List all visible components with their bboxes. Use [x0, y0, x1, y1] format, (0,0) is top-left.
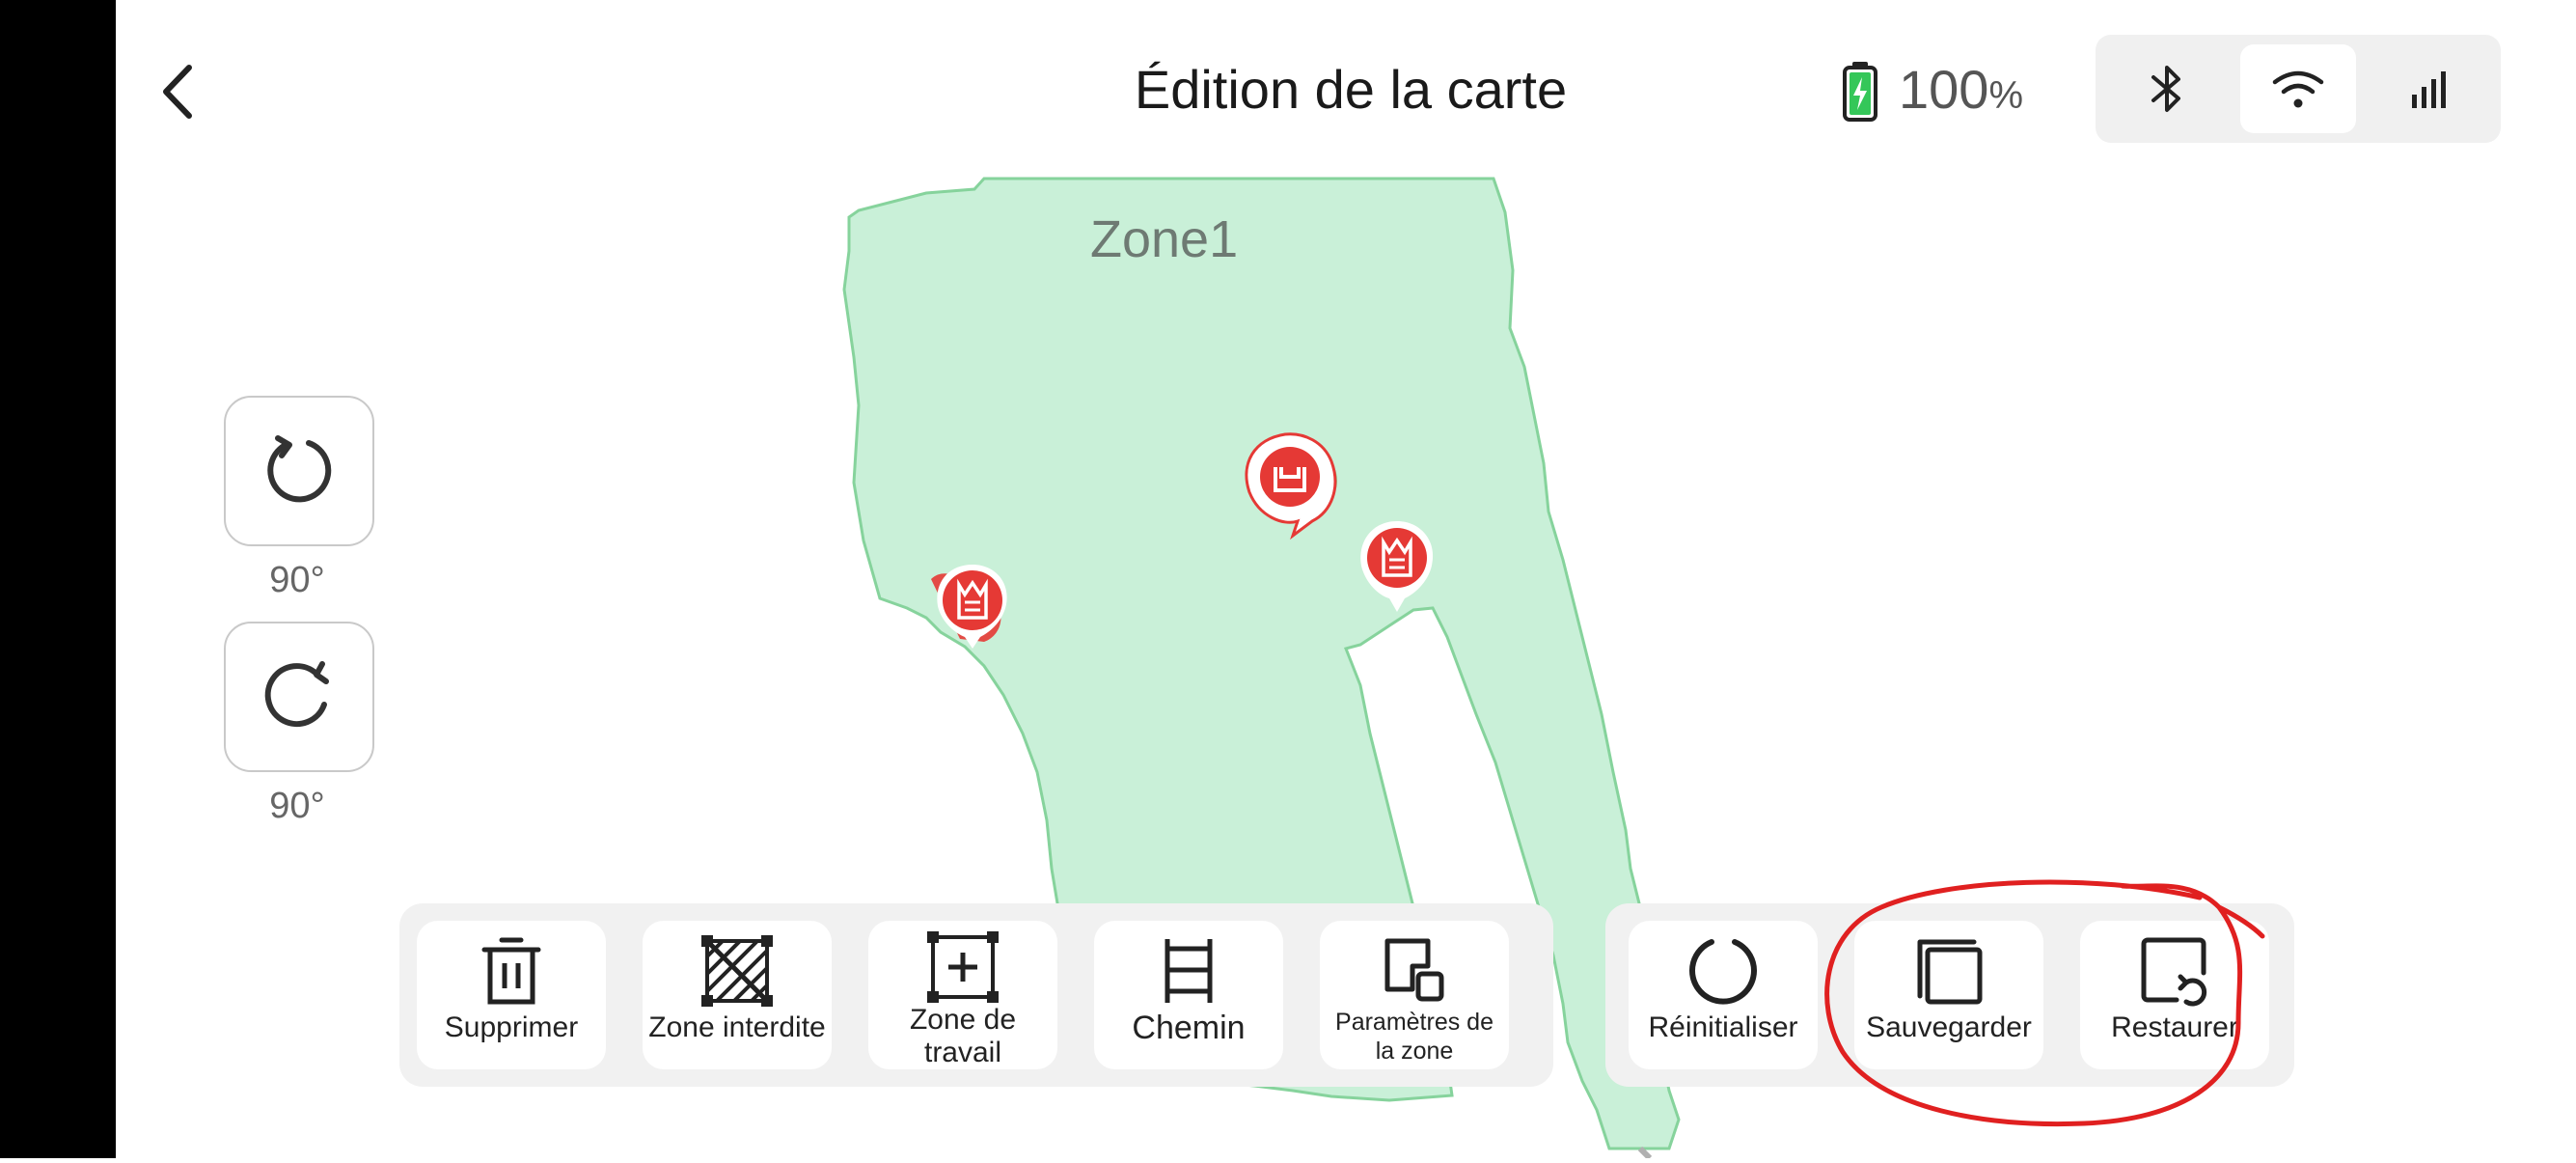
rotate-right-label: 90° [269, 786, 325, 826]
cellular-signal-icon [2412, 71, 2446, 108]
work-zone-icon [927, 931, 999, 1003]
work-zone-label: Zone de travail [909, 1004, 1017, 1068]
battery-unit: % [1988, 74, 2024, 117]
delete-button[interactable]: Supprimer [417, 921, 606, 1069]
restore-icon [2141, 937, 2207, 1007]
zone-settings-icon [1384, 938, 1444, 1002]
save-button[interactable]: Sauvegarder [1854, 921, 2043, 1069]
path-ladder-icon [1165, 939, 1213, 1003]
delete-label: Supprimer [444, 1011, 579, 1043]
edit-toolbar: Supprimer Zone interdite Zone de travail [399, 903, 1553, 1087]
reset-label: Réinitialiser [1648, 1011, 1798, 1043]
connection-selector [2096, 35, 2501, 143]
rotate-left-button[interactable] [224, 396, 374, 546]
rotate-right-button[interactable] [224, 622, 374, 772]
path-label: Chemin [1132, 1010, 1246, 1046]
back-button[interactable] [154, 58, 203, 125]
save-copy-icon [1917, 939, 1983, 1005]
battery-percentage: 100% [1899, 53, 2023, 132]
battery-value: 100 [1899, 59, 1989, 120]
forbidden-zone-label: Zone interdite [648, 1011, 826, 1043]
map-actions-toolbar: Réinitialiser Sauvegarder Restaurer [1605, 903, 2294, 1087]
reset-button[interactable]: Réinitialiser [1629, 921, 1818, 1069]
wifi-icon [2272, 70, 2324, 108]
chevron-left-icon [163, 65, 192, 119]
zone-settings-button[interactable]: Paramètres de la zone [1320, 921, 1509, 1069]
restore-button[interactable]: Restaurer [2080, 921, 2269, 1069]
trash-icon [481, 937, 541, 1005]
forbidden-zone-button[interactable]: Zone interdite [643, 921, 832, 1069]
bluetooth-icon [2151, 66, 2180, 112]
zone-settings-label: Paramètres de la zone [1335, 1009, 1494, 1065]
restore-label: Restaurer [2111, 1011, 2238, 1043]
cellular-button[interactable] [2371, 44, 2487, 133]
bluetooth-button[interactable] [2109, 44, 2225, 133]
save-label: Sauvegarder [1866, 1011, 2032, 1043]
rotate-clockwise-icon [264, 661, 329, 728]
reset-icon [1689, 939, 1757, 1005]
forbidden-zone-icon [701, 935, 773, 1007]
battery-charging-icon [1843, 62, 1877, 122]
work-zone-button[interactable]: Zone de travail [868, 921, 1057, 1069]
wifi-button[interactable] [2240, 44, 2356, 133]
path-button[interactable]: Chemin [1094, 921, 1283, 1069]
page-title: Édition de la carte [1134, 59, 1568, 120]
rotate-left-label: 90° [269, 560, 325, 600]
rotate-counterclockwise-icon [267, 435, 332, 503]
